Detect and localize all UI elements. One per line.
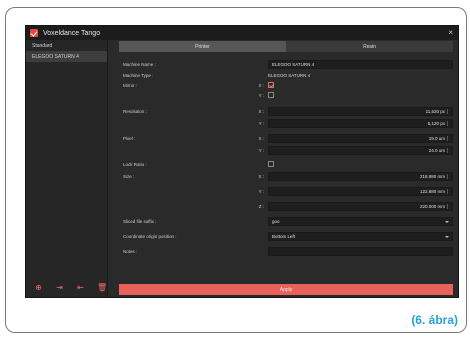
tab-printer[interactable]: Printer [119,41,286,52]
size-x-value: 218.880 mm [419,174,445,179]
size-y-value: 122.880 mm [419,189,445,194]
chevron-down-icon [445,221,449,223]
tab-resin[interactable]: Resin [286,41,453,52]
size-y-input[interactable]: 122.880 mm [268,187,453,196]
sidebar-actions: ⊕ ⇥ ⇤ 🗑 [34,284,107,292]
mirror-x-checkbox[interactable] [268,82,274,88]
apply-button[interactable]: Apply [119,284,453,295]
row-machine-type: Machine Type : ELEGOO SATURN 4 [119,71,453,80]
delete-icon[interactable]: 🗑 [97,284,107,292]
mirror-y-axis: Y : [258,93,264,98]
machine-name-input[interactable]: ELEGOO SATURN 4 [268,60,453,69]
size-z-axis: Z : [258,204,264,209]
coord-origin-select[interactable]: Bottom Left [268,232,453,241]
row-size-x: Size : X : 218.880 mm [119,172,453,181]
row-pixel-x: Pixel : X : 19.0 um [119,134,453,143]
app-logo-icon [30,29,38,37]
pixel-y-axis: Y : [258,148,264,153]
size-x-input[interactable]: 218.880 mm [268,172,453,181]
title-bar: Voxeldance Tango × [26,26,458,40]
chevron-down-icon [445,236,449,238]
size-label: Size : [123,174,135,179]
pixel-x-value: 19.0 um [428,136,445,141]
coord-origin-value: Bottom Left [272,234,296,239]
machine-name-label: Machine Name : [123,62,156,67]
row-pixel-y: Y : 24.0 um [119,146,453,155]
row-machine-name: Machine Name : ELEGOO SATURN 4 [119,60,453,69]
row-coord-origin: Coordinate origin position : Bottom Left [119,232,453,241]
import-icon[interactable]: ⇥ [55,284,64,292]
close-button[interactable]: × [448,28,453,38]
row-notes: Notes : [119,247,453,256]
mirror-label: Mirror : [123,83,138,88]
resolution-x-axis: X : [258,109,264,114]
lock-ratio-checkbox[interactable] [268,161,274,167]
slice-suffix-select[interactable]: goo [268,217,453,226]
row-size-z: Z : 220.000 mm [119,202,453,211]
spinner-icon[interactable] [447,109,450,114]
pixel-label: Pixel : [123,136,136,141]
pixel-y-value: 24.0 um [428,148,445,153]
resolution-x-value: 11,520 px [425,109,445,114]
notes-input[interactable] [268,247,453,256]
add-icon[interactable]: ⊕ [34,284,43,292]
pixel-y-input[interactable]: 24.0 um [268,146,453,155]
tab-bar: Printer Resin [119,41,453,52]
spinner-icon[interactable] [447,136,450,141]
export-icon[interactable]: ⇤ [76,284,85,292]
row-resolution-y: Y : 5,120 px [119,119,453,128]
spinner-icon[interactable] [447,121,450,126]
mirror-y-checkbox[interactable] [268,92,274,98]
size-y-axis: Y : [258,189,264,194]
size-z-input[interactable]: 220.000 mm [268,202,453,211]
row-slice-suffix: Sliced file suffix : goo [119,217,453,226]
resolution-label: Resolution : [123,109,147,114]
lock-ratio-label: Lock Ratio : [123,162,147,167]
spinner-icon[interactable] [447,204,450,209]
resolution-y-input[interactable]: 5,120 px [268,119,453,128]
sidebar-item-standard[interactable]: Standard [26,40,107,51]
settings-panel: Printer Resin Machine Name : ELEGOO SATU… [119,41,453,296]
size-x-axis: X : [258,174,264,179]
row-lock-ratio: Lock Ratio : [119,160,453,169]
machine-type-label: Machine Type : [123,73,154,78]
resolution-x-input[interactable]: 11,520 px [268,107,453,116]
resolution-y-axis: Y : [258,121,264,126]
pixel-x-input[interactable]: 19.0 um [268,134,453,143]
row-mirror-y: Y : [119,91,453,100]
row-mirror-x: Mirror : X : [119,81,453,90]
pixel-x-axis: X : [258,136,264,141]
notes-label: Notes : [123,249,138,254]
size-z-value: 220.000 mm [419,204,445,209]
figure-caption: (6. ábra) [411,313,458,327]
spinner-icon[interactable] [447,148,450,153]
spinner-icon[interactable] [447,174,450,179]
slice-suffix-value: goo [272,219,280,224]
slice-suffix-label: Sliced file suffix : [123,219,157,224]
resolution-y-value: 5,120 px [427,121,445,126]
spinner-icon[interactable] [447,189,450,194]
window-title: Voxeldance Tango [43,29,101,37]
mirror-x-axis: X : [258,83,264,88]
machine-type-value: ELEGOO SATURN 4 [268,73,311,78]
sidebar-item-elegoo-saturn-4[interactable]: ELEGOO SATURN 4 [26,51,107,62]
row-size-y: Y : 122.880 mm [119,187,453,196]
printer-list-sidebar: Standard ELEGOO SATURN 4 ⊕ ⇥ ⇤ 🗑 [26,40,108,297]
row-resolution-x: Resolution : X : 11,520 px [119,107,453,116]
coord-origin-label: Coordinate origin position : [123,234,177,239]
